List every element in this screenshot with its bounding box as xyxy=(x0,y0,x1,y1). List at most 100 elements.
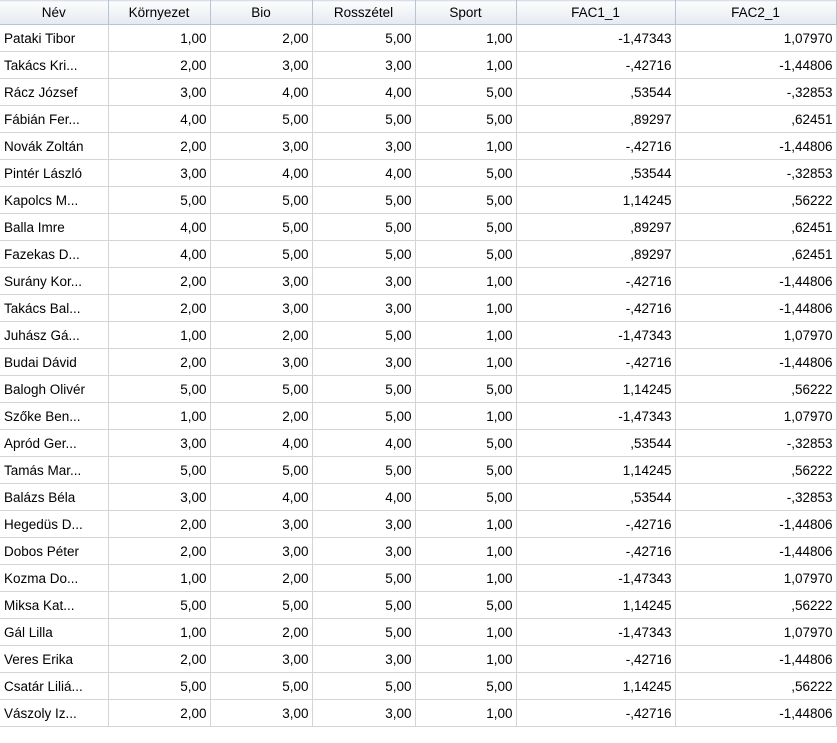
value-cell[interactable]: -1,44806 xyxy=(675,348,837,376)
value-cell[interactable]: 1,07970 xyxy=(675,402,837,430)
value-cell[interactable]: ,89297 xyxy=(516,105,676,133)
value-cell[interactable]: -,32853 xyxy=(675,78,837,106)
value-cell[interactable]: 2,00 xyxy=(210,618,313,646)
name-cell[interactable]: Apród Ger... xyxy=(0,429,109,457)
value-cell[interactable]: 5,00 xyxy=(312,618,416,646)
value-cell[interactable]: ,53544 xyxy=(516,483,676,511)
value-cell[interactable]: 5,00 xyxy=(415,78,517,106)
value-cell[interactable]: 3,00 xyxy=(312,294,416,322)
value-cell[interactable]: 1,14245 xyxy=(516,591,676,619)
value-cell[interactable]: 1,00 xyxy=(415,294,517,322)
value-cell[interactable]: 5,00 xyxy=(210,186,313,214)
value-cell[interactable]: 1,00 xyxy=(415,537,517,565)
value-cell[interactable]: 4,00 xyxy=(210,159,313,187)
value-cell[interactable]: 2,00 xyxy=(108,537,211,565)
value-cell[interactable]: 2,00 xyxy=(108,645,211,673)
value-cell[interactable]: 4,00 xyxy=(312,429,416,457)
value-cell[interactable]: 5,00 xyxy=(210,240,313,268)
name-cell[interactable]: Takács Kri... xyxy=(0,51,109,79)
value-cell[interactable]: -1,47343 xyxy=(516,402,676,430)
name-cell[interactable]: Miksa Kat... xyxy=(0,591,109,619)
value-cell[interactable]: -,42716 xyxy=(516,510,676,538)
value-cell[interactable]: 5,00 xyxy=(312,456,416,484)
value-cell[interactable]: 1,14245 xyxy=(516,672,676,700)
value-cell[interactable]: -,42716 xyxy=(516,537,676,565)
value-cell[interactable]: ,56222 xyxy=(675,591,837,619)
value-cell[interactable]: -,42716 xyxy=(516,645,676,673)
value-cell[interactable]: 5,00 xyxy=(108,375,211,403)
name-cell[interactable]: Rácz József xyxy=(0,78,109,106)
name-cell[interactable]: Veres Erika xyxy=(0,645,109,673)
name-cell[interactable]: Szőke Ben... xyxy=(0,402,109,430)
value-cell[interactable]: 3,00 xyxy=(210,294,313,322)
value-cell[interactable]: 3,00 xyxy=(312,699,416,727)
value-cell[interactable]: -,42716 xyxy=(516,294,676,322)
value-cell[interactable]: 2,00 xyxy=(108,699,211,727)
value-cell[interactable]: ,53544 xyxy=(516,78,676,106)
value-cell[interactable]: 5,00 xyxy=(210,672,313,700)
value-cell[interactable]: ,62451 xyxy=(675,240,837,268)
value-cell[interactable]: 2,00 xyxy=(108,294,211,322)
name-cell[interactable]: Vászoly Iz... xyxy=(0,699,109,727)
value-cell[interactable]: 1,14245 xyxy=(516,456,676,484)
value-cell[interactable]: 5,00 xyxy=(312,321,416,349)
value-cell[interactable]: -1,47343 xyxy=(516,321,676,349)
value-cell[interactable]: -1,44806 xyxy=(675,645,837,673)
value-cell[interactable]: 3,00 xyxy=(210,348,313,376)
value-cell[interactable]: -,32853 xyxy=(675,429,837,457)
value-cell[interactable]: 2,00 xyxy=(210,564,313,592)
value-cell[interactable]: 2,00 xyxy=(210,402,313,430)
value-cell[interactable]: 4,00 xyxy=(108,213,211,241)
name-cell[interactable]: Fazekas D... xyxy=(0,240,109,268)
value-cell[interactable]: 1,00 xyxy=(415,51,517,79)
value-cell[interactable]: 3,00 xyxy=(210,267,313,295)
name-cell[interactable]: Kozma Do... xyxy=(0,564,109,592)
name-cell[interactable]: Pataki Tibor xyxy=(0,24,109,52)
value-cell[interactable]: 1,00 xyxy=(108,24,211,52)
value-cell[interactable]: 5,00 xyxy=(415,105,517,133)
value-cell[interactable]: 4,00 xyxy=(108,240,211,268)
value-cell[interactable]: 1,00 xyxy=(108,321,211,349)
value-cell[interactable]: -1,44806 xyxy=(675,132,837,160)
value-cell[interactable]: 5,00 xyxy=(108,672,211,700)
value-cell[interactable]: 5,00 xyxy=(210,591,313,619)
value-cell[interactable]: 4,00 xyxy=(210,483,313,511)
value-cell[interactable]: 1,00 xyxy=(108,618,211,646)
name-cell[interactable]: Balogh Olivér xyxy=(0,375,109,403)
value-cell[interactable]: ,56222 xyxy=(675,186,837,214)
value-cell[interactable]: 5,00 xyxy=(415,159,517,187)
value-cell[interactable]: 5,00 xyxy=(312,240,416,268)
name-cell[interactable]: Csatár Liliá... xyxy=(0,672,109,700)
value-cell[interactable]: -,42716 xyxy=(516,267,676,295)
name-cell[interactable]: Tamás Mar... xyxy=(0,456,109,484)
name-cell[interactable]: Novák Zoltán xyxy=(0,132,109,160)
value-cell[interactable]: 1,14245 xyxy=(516,186,676,214)
value-cell[interactable]: 2,00 xyxy=(108,510,211,538)
value-cell[interactable]: 5,00 xyxy=(415,672,517,700)
column-header[interactable]: FAC2_1 xyxy=(675,0,837,25)
name-cell[interactable]: Dobos Péter xyxy=(0,537,109,565)
value-cell[interactable]: -1,44806 xyxy=(675,294,837,322)
value-cell[interactable]: 5,00 xyxy=(108,591,211,619)
value-cell[interactable]: ,89297 xyxy=(516,213,676,241)
value-cell[interactable]: -,32853 xyxy=(675,483,837,511)
value-cell[interactable]: 1,00 xyxy=(415,267,517,295)
value-cell[interactable]: 3,00 xyxy=(108,159,211,187)
value-cell[interactable]: 5,00 xyxy=(312,672,416,700)
value-cell[interactable]: 5,00 xyxy=(210,105,313,133)
value-cell[interactable]: 1,00 xyxy=(108,564,211,592)
name-cell[interactable]: Balázs Béla xyxy=(0,483,109,511)
value-cell[interactable]: 5,00 xyxy=(415,429,517,457)
name-cell[interactable]: Hegedüs D... xyxy=(0,510,109,538)
column-header[interactable]: Név xyxy=(0,0,109,25)
value-cell[interactable]: 1,00 xyxy=(415,645,517,673)
value-cell[interactable]: 5,00 xyxy=(312,186,416,214)
value-cell[interactable]: 3,00 xyxy=(210,699,313,727)
value-cell[interactable]: 5,00 xyxy=(312,375,416,403)
value-cell[interactable]: 3,00 xyxy=(312,348,416,376)
value-cell[interactable]: 1,07970 xyxy=(675,564,837,592)
value-cell[interactable]: 5,00 xyxy=(415,456,517,484)
value-cell[interactable]: 1,00 xyxy=(415,132,517,160)
value-cell[interactable]: 5,00 xyxy=(312,402,416,430)
column-header[interactable]: Sport xyxy=(415,0,517,25)
